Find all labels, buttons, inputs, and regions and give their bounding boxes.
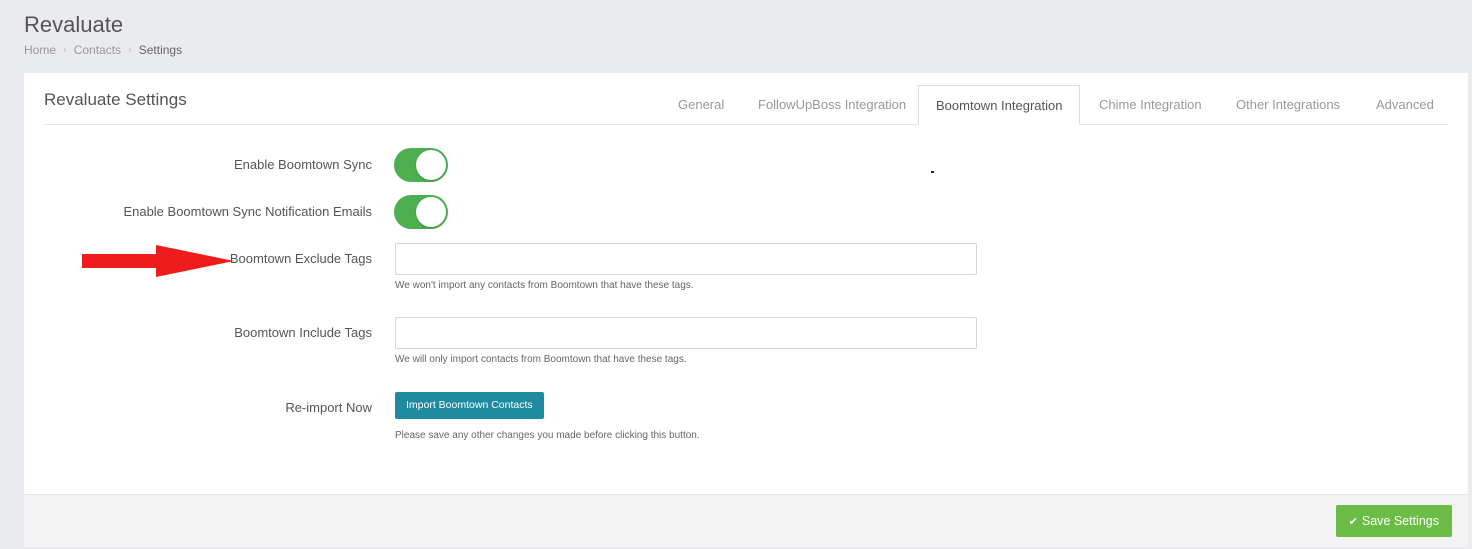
tab-general[interactable]: General <box>661 85 741 125</box>
breadcrumb-settings: Settings <box>138 43 183 57</box>
chevron-right-icon: › <box>128 44 132 56</box>
check-icon: ✔ <box>1348 516 1358 528</box>
tab-bar: General FollowUpBoss Integration Boomtow… <box>44 85 1448 125</box>
include-tags-input[interactable] <box>395 317 977 349</box>
settings-panel: General FollowUpBoss Integration Boomtow… <box>24 73 1468 547</box>
exclude-tags-label: Boomtown Exclude Tags <box>229 251 372 266</box>
stray-dot <box>931 171 934 173</box>
include-tags-label: Boomtown Include Tags <box>234 325 372 340</box>
save-settings-button[interactable]: ✔ Save Settings <box>1335 505 1452 537</box>
import-boomtown-contacts-button[interactable]: Import Boomtown Contacts <box>395 392 544 419</box>
panel-title: Revaluate Settings <box>44 90 187 109</box>
exclude-tags-input[interactable] <box>395 243 977 275</box>
chevron-right-icon: › <box>63 44 67 56</box>
toggle-knob <box>416 150 446 180</box>
include-tags-help: We will only import contacts from Boomto… <box>395 354 687 365</box>
breadcrumb-contacts[interactable]: Contacts <box>74 43 121 57</box>
toggle-knob <box>416 197 446 227</box>
red-arrow-icon <box>82 245 234 277</box>
enable-sync-toggle[interactable] <box>394 148 448 182</box>
enable-sync-label: Enable Boomtown Sync <box>233 157 372 172</box>
enable-notify-toggle[interactable] <box>394 195 448 229</box>
breadcrumb: Home › Contacts › Settings <box>24 43 182 57</box>
tab-advanced[interactable]: Advanced <box>1359 85 1451 125</box>
reimport-label: Re-import Now <box>285 400 372 415</box>
tab-boomtown-integration[interactable]: Boomtown Integration <box>918 85 1081 125</box>
page-title: Revaluate <box>24 12 124 37</box>
tab-chime-integration[interactable]: Chime Integration <box>1082 85 1219 125</box>
breadcrumb-home[interactable]: Home <box>24 43 56 57</box>
exclude-tags-help: We won't import any contacts from Boomto… <box>395 280 694 291</box>
tab-followupboss-integration[interactable]: FollowUpBoss Integration <box>741 85 923 125</box>
panel-footer: ✔ Save Settings <box>24 494 1468 547</box>
enable-notify-label: Enable Boomtown Sync Notification Emails <box>123 204 372 219</box>
save-settings-label: Save Settings <box>1361 514 1439 528</box>
tab-other-integrations[interactable]: Other Integrations <box>1219 85 1357 125</box>
import-help: Please save any other changes you made b… <box>395 430 700 441</box>
